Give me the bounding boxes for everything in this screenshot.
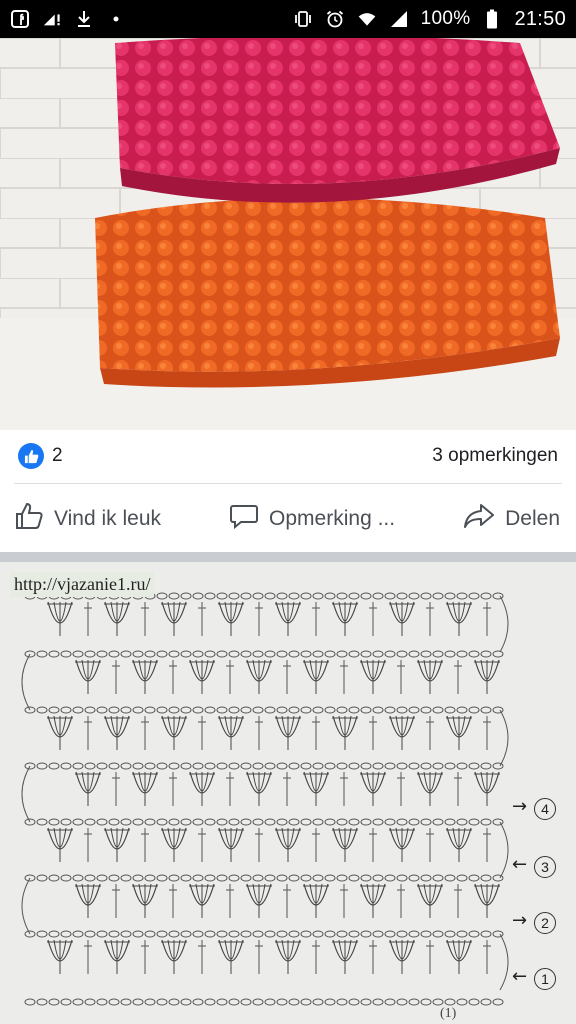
pattern-source-url: http://vjazanie1.ru/ bbox=[10, 572, 155, 597]
comments-count-link[interactable]: 3 opmerkingen bbox=[432, 445, 558, 467]
likes-summary[interactable]: 2 bbox=[18, 443, 63, 469]
alarm-icon bbox=[325, 9, 345, 29]
download-icon bbox=[74, 9, 94, 29]
row-arrow-icon: → bbox=[512, 796, 528, 817]
status-bar: 100% 21:50 bbox=[0, 0, 576, 38]
cell-signal-icon bbox=[389, 9, 409, 29]
share-button-label: Delen bbox=[505, 507, 560, 530]
battery-percent: 100% bbox=[420, 8, 471, 29]
row-arrow-icon: → bbox=[512, 910, 528, 931]
signal-exclaim-icon bbox=[42, 9, 62, 29]
clock: 21:50 bbox=[514, 7, 566, 30]
likes-count: 2 bbox=[52, 445, 63, 466]
divider bbox=[14, 483, 562, 484]
crochet-pillows-photo[interactable] bbox=[0, 38, 576, 430]
reactions-summary: 2 3 opmerkingen bbox=[0, 430, 576, 482]
like-button-label: Vind ik leuk bbox=[54, 507, 162, 530]
feed-separator bbox=[0, 552, 576, 562]
row-number: 4 bbox=[534, 798, 556, 820]
share-arrow-icon bbox=[463, 501, 495, 537]
pattern-footer-label: (1) bbox=[440, 1006, 457, 1021]
wifi-icon bbox=[357, 9, 377, 29]
status-bar-right: 100% 21:50 bbox=[293, 8, 566, 31]
facebook-lite-icon bbox=[10, 9, 30, 29]
dot-icon bbox=[106, 9, 126, 29]
row-arrow-icon: ← bbox=[512, 966, 528, 987]
like-button[interactable]: Vind ik leuk bbox=[14, 501, 161, 537]
comment-button-label: Opmerking ... bbox=[269, 507, 396, 530]
vibrate-icon bbox=[293, 9, 313, 29]
comment-button[interactable]: Opmerking ... bbox=[229, 501, 395, 537]
comment-bubble-icon bbox=[229, 501, 259, 537]
like-reaction-icon bbox=[18, 443, 44, 469]
status-bar-left bbox=[10, 9, 126, 29]
row-number: 3 bbox=[534, 856, 556, 878]
row-arrow-icon: ← bbox=[512, 854, 528, 875]
row-number: 2 bbox=[534, 912, 556, 934]
stitch-diagram bbox=[21, 592, 509, 1006]
row-number: 1 bbox=[534, 968, 556, 990]
battery-icon bbox=[482, 9, 502, 29]
post-actions: Vind ik leuk Opmerking ... Delen bbox=[0, 490, 576, 548]
share-button[interactable]: Delen bbox=[463, 501, 560, 537]
thumbs-up-icon bbox=[14, 501, 44, 537]
crochet-pattern-image[interactable]: http://vjazanie1.ru/ → 4 ← 3 → 2 ← 1 (1) bbox=[0, 562, 576, 1024]
